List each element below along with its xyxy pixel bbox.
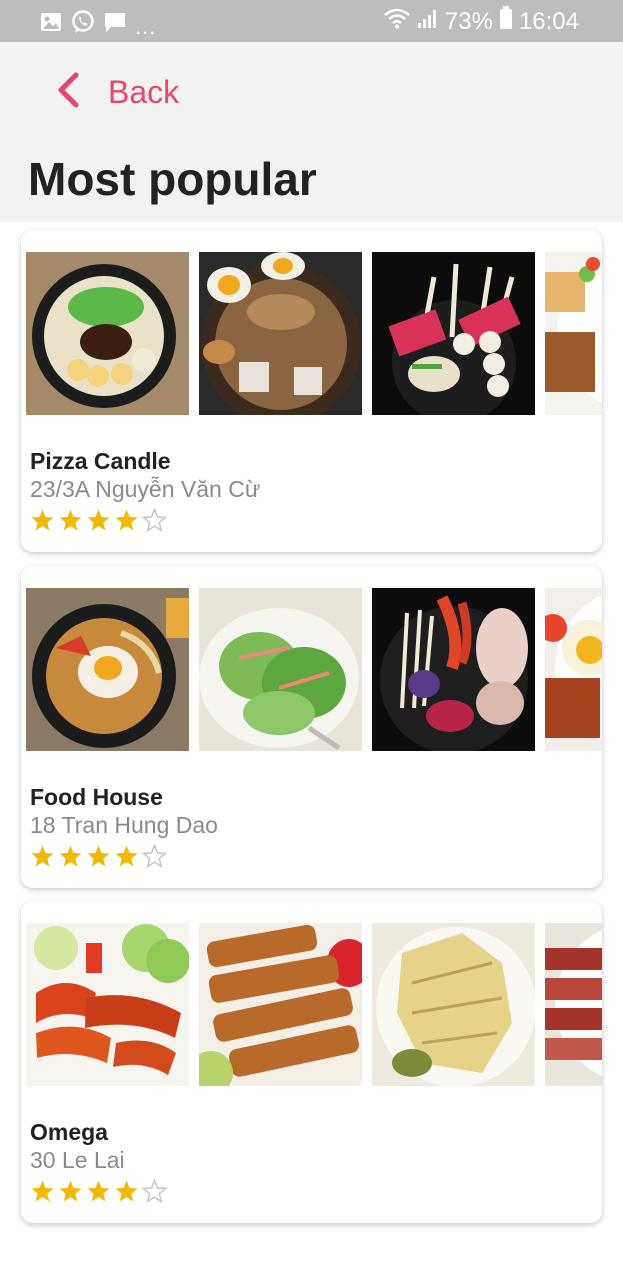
- image-icon: [40, 12, 62, 37]
- page-title: Most popular: [28, 153, 317, 205]
- star-filled-icon: [31, 845, 54, 867]
- restaurant-name: Omega: [30, 1119, 108, 1145]
- star-filled-icon: [31, 1180, 54, 1202]
- restaurant-address: 18 Tran Hung Dao: [30, 812, 218, 838]
- salad-photo[interactable]: [199, 588, 362, 751]
- star-filled-icon: [59, 509, 82, 531]
- photo-strip[interactable]: [26, 588, 602, 751]
- status-bar-system: 73% 16:04: [383, 6, 579, 37]
- star-rating: [30, 844, 167, 869]
- back-button[interactable]: Back: [56, 72, 179, 113]
- star-rating: [30, 508, 167, 533]
- star-empty-icon: [142, 508, 167, 533]
- header: Back Most popular: [0, 42, 623, 222]
- signal-icon: [417, 7, 439, 36]
- battery-icon: [499, 6, 513, 37]
- status-bar-notifications: ...: [40, 8, 156, 40]
- sausage-cucumber-photo[interactable]: [26, 923, 189, 1086]
- char-siu-photo[interactable]: [545, 923, 602, 1086]
- ramen-egg-photo[interactable]: [199, 252, 362, 415]
- restaurant-name: Food House: [30, 784, 163, 810]
- star-filled-icon: [59, 1180, 82, 1202]
- chevron-left-icon: [56, 72, 82, 113]
- photo-strip[interactable]: [26, 252, 602, 415]
- star-filled-icon: [87, 509, 110, 531]
- roast-pork-egg-photo[interactable]: [545, 588, 602, 751]
- star-rating: [30, 1179, 167, 1204]
- restaurant-card[interactable]: Food House 18 Tran Hung Dao: [21, 566, 602, 888]
- star-filled-icon: [115, 509, 138, 531]
- status-bar: ... 73% 16:04: [0, 0, 623, 42]
- seafood-hotpot-photo[interactable]: [372, 588, 535, 751]
- back-label: Back: [108, 74, 180, 110]
- restaurant-address: 30 Le Lai: [30, 1147, 125, 1173]
- star-filled-icon: [59, 845, 82, 867]
- battery-percent: 73%: [444, 7, 493, 35]
- hotpot-mushroom-photo[interactable]: [372, 252, 535, 415]
- star-empty-icon: [142, 844, 167, 869]
- restaurant-address: 23/3A Nguyễn Văn Cừ: [30, 476, 261, 502]
- star-filled-icon: [115, 845, 138, 867]
- wifi-icon: [383, 7, 411, 36]
- star-filled-icon: [31, 509, 54, 531]
- notification-overflow: ...: [135, 14, 157, 39]
- star-filled-icon: [115, 1180, 138, 1202]
- clock: 16:04: [518, 7, 579, 35]
- noodle-bowl-photo[interactable]: [26, 252, 189, 415]
- fried-cutlet-photo[interactable]: [199, 923, 362, 1086]
- star-filled-icon: [87, 845, 110, 867]
- restaurant-name: Pizza Candle: [30, 448, 171, 474]
- star-filled-icon: [87, 1180, 110, 1202]
- rice-plate-photo[interactable]: [545, 252, 602, 415]
- star-empty-icon: [142, 1179, 167, 1204]
- restaurant-card[interactable]: Omega 30 Le Lai: [21, 901, 602, 1223]
- message-icon: [104, 11, 126, 38]
- photo-strip[interactable]: [26, 923, 602, 1086]
- boiled-chicken-photo[interactable]: [372, 923, 535, 1086]
- viber-icon: [71, 9, 95, 39]
- bibimbap-egg-photo[interactable]: [26, 588, 189, 751]
- restaurant-card[interactable]: Pizza Candle 23/3A Nguyễn Văn Cừ: [21, 230, 602, 552]
